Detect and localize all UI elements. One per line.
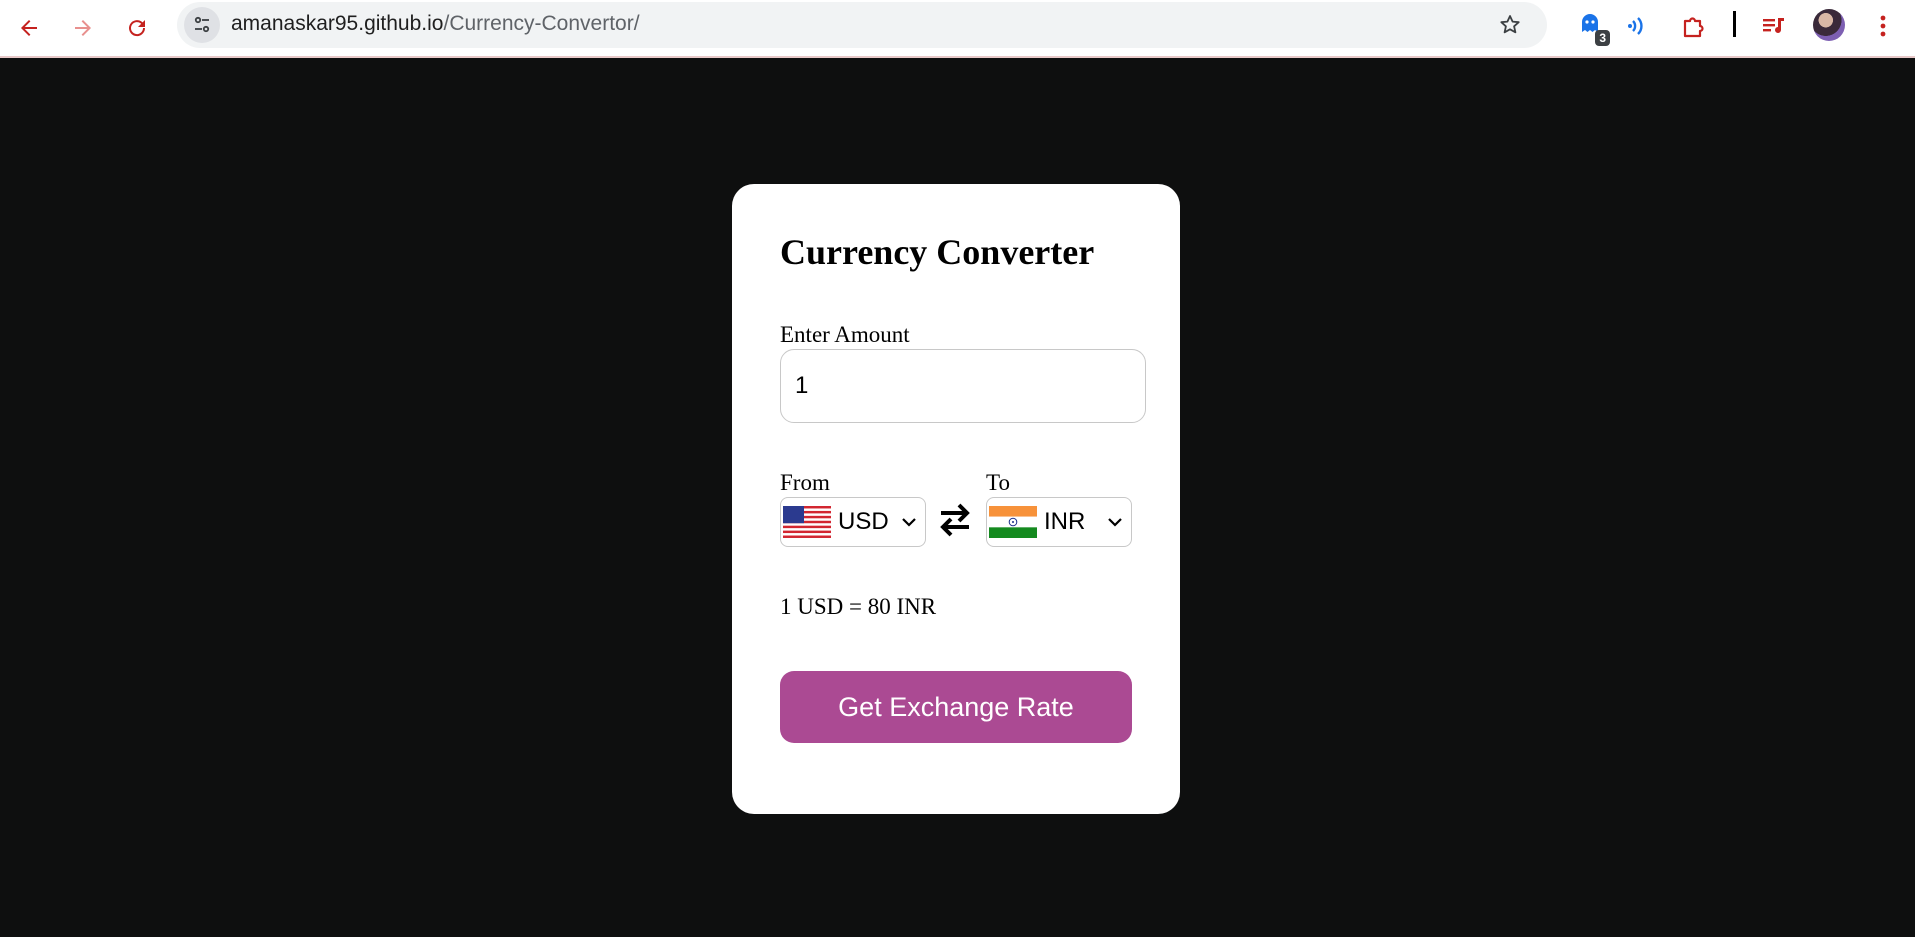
india-flag-icon bbox=[989, 506, 1037, 538]
us-flag-icon bbox=[783, 506, 831, 538]
url-path: /Currency-Convertor/ bbox=[443, 12, 640, 35]
exchange-rate-message: 1 USD = 80 INR bbox=[780, 594, 937, 619]
chevron-down-icon bbox=[1108, 518, 1122, 527]
site-info-icon[interactable] bbox=[184, 7, 220, 43]
extension-badge: 3 bbox=[1595, 30, 1610, 46]
more-menu-icon[interactable] bbox=[1868, 8, 1898, 44]
media-queue-icon[interactable] bbox=[1756, 8, 1792, 44]
to-currency-code: INR bbox=[1044, 508, 1086, 535]
from-label: From bbox=[780, 470, 830, 495]
bookmark-star-icon[interactable] bbox=[1494, 9, 1526, 41]
converter-card: Currency Converter Enter Amount From To … bbox=[732, 184, 1180, 814]
chevron-down-icon bbox=[902, 518, 916, 527]
to-label: To bbox=[986, 470, 1010, 495]
back-arrow-icon[interactable] bbox=[9, 8, 49, 48]
url-text[interactable]: amanaskar95.github.io/Currency-Convertor… bbox=[231, 12, 640, 36]
swap-arrows-icon[interactable] bbox=[936, 498, 974, 542]
reload-icon[interactable] bbox=[117, 8, 157, 48]
profile-avatar[interactable] bbox=[1813, 9, 1845, 41]
forward-arrow-icon[interactable] bbox=[63, 8, 103, 48]
read-aloud-icon[interactable] bbox=[1622, 8, 1658, 44]
from-currency-select[interactable]: USD bbox=[780, 497, 926, 547]
amount-input[interactable] bbox=[780, 349, 1146, 423]
to-currency-select[interactable]: INR bbox=[986, 497, 1132, 547]
toolbar-divider bbox=[1733, 11, 1736, 37]
browser-toolbar: amanaskar95.github.io/Currency-Convertor… bbox=[0, 0, 1915, 58]
from-currency-code: USD bbox=[838, 508, 889, 535]
page-title: Currency Converter bbox=[780, 232, 1095, 272]
get-exchange-rate-button[interactable]: Get Exchange Rate bbox=[780, 671, 1132, 743]
puzzle-extensions-icon[interactable] bbox=[1676, 8, 1712, 44]
amount-label: Enter Amount bbox=[780, 322, 910, 347]
url-host: amanaskar95.github.io bbox=[231, 12, 444, 35]
extension-icon[interactable]: 3 bbox=[1572, 8, 1610, 46]
